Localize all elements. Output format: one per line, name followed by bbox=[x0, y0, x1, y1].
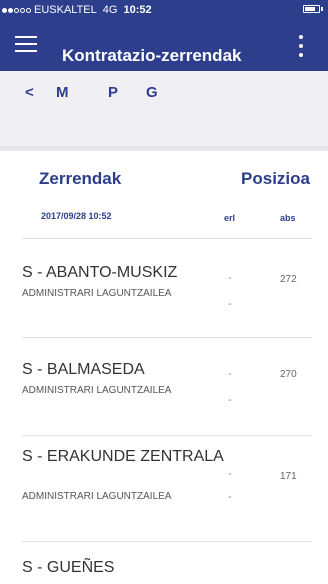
carrier-name: EUSKALTEL bbox=[34, 4, 97, 16]
list-row[interactable]: S - ERAKUNDE ZENTRALA ADMINISTRARI LAGUN… bbox=[22, 436, 312, 542]
absolute-position: 272 bbox=[280, 274, 297, 285]
absolute-position: 171 bbox=[280, 471, 297, 482]
list-row[interactable]: S - GUEÑES bbox=[22, 542, 312, 584]
app-header: EUSKALTEL 4G 10:52 Kontratazio-zerrendak bbox=[0, 0, 328, 71]
status-time: 10:52 bbox=[123, 4, 152, 16]
more-options-icon[interactable] bbox=[296, 35, 306, 57]
relative-column-header: erl bbox=[224, 213, 236, 223]
list-name: S - BALMASEDA bbox=[22, 361, 145, 378]
relative-position: - bbox=[228, 368, 232, 380]
list-category: ADMINISTRARI LAGUNTZAILEA bbox=[22, 491, 172, 502]
network-type: 4G bbox=[102, 4, 118, 16]
relative-position: - bbox=[228, 468, 232, 480]
hamburger-menu-icon[interactable] bbox=[15, 36, 37, 52]
relative-position: - bbox=[228, 272, 232, 284]
absolute-position: 270 bbox=[280, 369, 297, 380]
position-heading: Posizioa bbox=[241, 169, 310, 188]
battery-tip bbox=[321, 7, 323, 11]
list-row[interactable]: S - ABANTO-MUSKIZ ADMINISTRARI LAGUNTZAI… bbox=[22, 240, 312, 338]
relative-position-secondary: - bbox=[228, 298, 232, 310]
signal-strength-icon bbox=[2, 7, 31, 13]
relative-position-secondary: - bbox=[228, 491, 232, 503]
filter-g-button[interactable]: G bbox=[146, 84, 158, 101]
update-date: 2017/09/28 10:52 bbox=[41, 211, 112, 221]
filter-p-button[interactable]: P bbox=[108, 84, 118, 101]
page-title: Kontratazio-zerrendak bbox=[62, 46, 242, 65]
list-category: ADMINISTRARI LAGUNTZAILEA bbox=[22, 385, 172, 396]
list-name: S - GUEÑES bbox=[22, 559, 115, 576]
filter-bar: < M P G bbox=[0, 71, 328, 146]
battery-icon bbox=[303, 5, 320, 13]
back-filter-button[interactable]: < bbox=[25, 84, 34, 101]
list-name: S - ABANTO-MUSKIZ bbox=[22, 264, 178, 281]
list-name: S - ERAKUNDE ZENTRALA bbox=[22, 448, 224, 465]
list-row[interactable]: S - BALMASEDA ADMINISTRARI LAGUNTZAILEA … bbox=[22, 338, 312, 436]
table-header: Zerrendak 2017/09/28 10:52 Posizioa erl … bbox=[22, 151, 312, 239]
relative-position-secondary: - bbox=[228, 394, 232, 406]
status-left: EUSKALTEL 4G 10:52 bbox=[2, 4, 152, 16]
list-category: ADMINISTRARI LAGUNTZAILEA bbox=[22, 288, 172, 299]
filter-m-button[interactable]: M bbox=[56, 84, 69, 101]
absolute-column-header: abs bbox=[280, 213, 296, 223]
toolbar: Kontratazio-zerrendak bbox=[0, 29, 328, 71]
status-bar: EUSKALTEL 4G 10:52 bbox=[0, 0, 328, 20]
lists-heading: Zerrendak bbox=[39, 169, 122, 188]
